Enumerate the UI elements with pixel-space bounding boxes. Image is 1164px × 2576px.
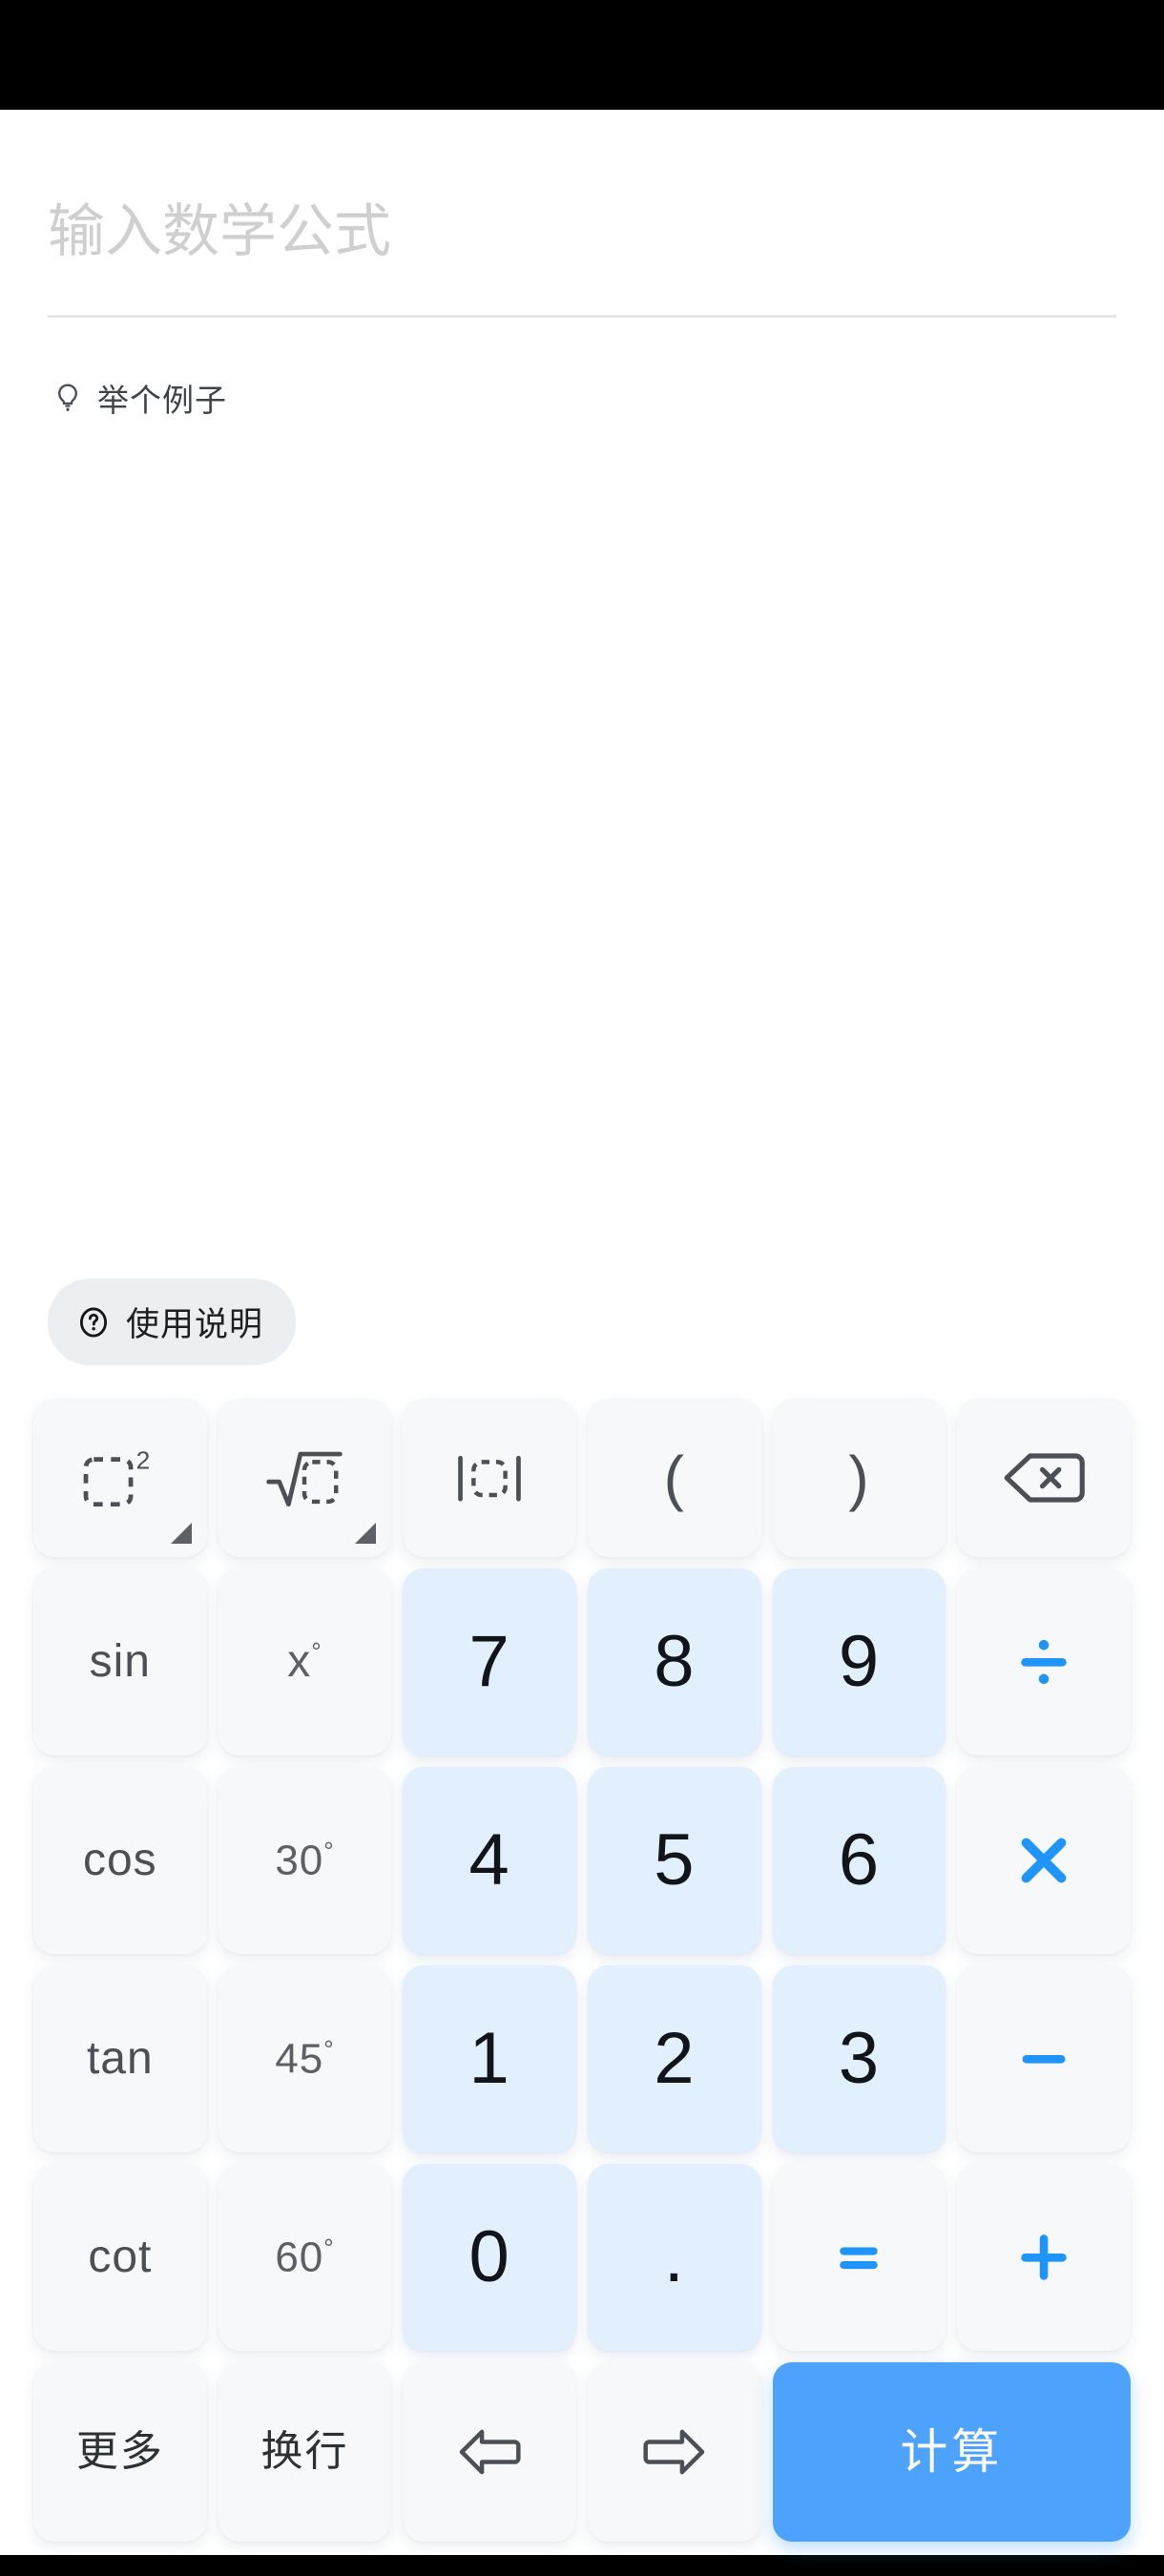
- digit-8-label: 8: [654, 1621, 696, 1702]
- digit-4-key[interactable]: 4: [403, 1767, 576, 1954]
- keypad-row-0-dot: cot 60° 0 .: [33, 2164, 1131, 2351]
- digit-9-label: 9: [838, 1621, 881, 1702]
- usage-instructions-button[interactable]: 使用说明: [48, 1278, 297, 1365]
- box-squared-icon: 2: [79, 1444, 161, 1512]
- keypad-row-123: tan 45° 1 2 3: [33, 1965, 1131, 2152]
- digit-0-key[interactable]: 0: [403, 2164, 576, 2351]
- formula-input[interactable]: [48, 148, 1116, 315]
- deg-60-key[interactable]: 60°: [218, 2164, 392, 2351]
- more-key[interactable]: 更多: [33, 2362, 207, 2542]
- power-key[interactable]: 2: [33, 1399, 207, 1557]
- deg-30-label: 30°: [275, 1837, 335, 1884]
- more-label: 更多: [75, 2428, 164, 2475]
- keypad-row-456: cos 30° 4 5 6: [33, 1767, 1131, 1954]
- sqrt-key[interactable]: [218, 1399, 392, 1557]
- svg-text:2: 2: [135, 1445, 150, 1474]
- plus-key[interactable]: [957, 2164, 1131, 2351]
- digit-2-key[interactable]: 2: [588, 1965, 761, 2152]
- close-paren-key[interactable]: ): [772, 1399, 946, 1557]
- backspace-key[interactable]: [957, 1399, 1131, 1557]
- long-press-indicator-icon: [355, 1523, 377, 1544]
- cos-key[interactable]: cos: [33, 1767, 207, 1954]
- plus-icon: [1016, 2230, 1071, 2285]
- x-degree-key[interactable]: x°: [218, 1568, 392, 1755]
- digit-5-label: 5: [654, 1819, 696, 1901]
- minus-key[interactable]: [957, 1965, 1131, 2152]
- digit-0-label: 0: [468, 2216, 510, 2297]
- app-screen: 举个例子 使用说明 2: [0, 0, 1164, 2576]
- digit-7-label: 7: [468, 1621, 510, 1702]
- sin-label: sin: [89, 1636, 151, 1687]
- divide-icon: [1016, 1634, 1071, 1690]
- keypad: 2 () sin x° 7 8 9 cos 30° 4 5 6 tan 45°…: [0, 1365, 1164, 2555]
- usage-instructions-label: 使用说明: [126, 1306, 264, 1343]
- example-hint[interactable]: 举个例子: [52, 375, 1164, 421]
- equals-key[interactable]: [772, 2164, 946, 2351]
- status-bar: [0, 0, 1164, 110]
- digit-2-label: 2: [654, 2018, 696, 2099]
- digit-7-key[interactable]: 7: [403, 1568, 576, 1755]
- digit-6-label: 6: [838, 1819, 881, 1901]
- usage-area: 使用说明: [0, 1278, 1164, 1365]
- decimal-label: .: [663, 2215, 685, 2297]
- deg-45-label: 45°: [275, 2035, 335, 2083]
- newline-label: 换行: [260, 2428, 349, 2475]
- open-paren-key[interactable]: (: [588, 1399, 761, 1557]
- cursor-right-key[interactable]: [588, 2362, 761, 2542]
- newline-key[interactable]: 换行: [218, 2362, 392, 2542]
- example-hint-label: 举个例子: [97, 383, 227, 418]
- question-circle-icon: [76, 1305, 111, 1340]
- x-degree-label: x°: [287, 1636, 322, 1687]
- minus-icon: [1016, 2031, 1071, 2087]
- cos-label: cos: [82, 1835, 157, 1885]
- navigation-bar: [0, 2555, 1164, 2576]
- long-press-indicator-icon: [170, 1523, 192, 1544]
- absolute-key[interactable]: [403, 1399, 576, 1557]
- equals-icon: [831, 2230, 886, 2285]
- absolute-value-icon: [448, 1444, 530, 1512]
- multiply-key[interactable]: [957, 1767, 1131, 1954]
- digit-3-label: 3: [838, 2018, 881, 2099]
- digit-5-key[interactable]: 5: [588, 1767, 761, 1954]
- keypad-row-actions: 更多 换行 计算: [33, 2362, 1131, 2542]
- square-root-icon: [263, 1444, 345, 1512]
- close-paren-label: ): [848, 1444, 870, 1512]
- cot-key[interactable]: cot: [33, 2164, 207, 2351]
- deg-45-key[interactable]: 45°: [218, 1965, 392, 2152]
- input-underline: [48, 315, 1116, 318]
- backspace-icon: [1000, 1447, 1088, 1508]
- digit-1-key[interactable]: 1: [403, 1965, 576, 2152]
- digit-8-key[interactable]: 8: [588, 1568, 761, 1755]
- calculate-label: 计算: [900, 2425, 1004, 2479]
- divide-key[interactable]: [957, 1568, 1131, 1755]
- formula-input-area: [0, 110, 1164, 318]
- cursor-left-key[interactable]: [403, 2362, 576, 2542]
- keypad-row-functions: 2 (): [33, 1399, 1131, 1557]
- digit-4-label: 4: [468, 1819, 510, 1901]
- open-paren-label: (: [663, 1444, 685, 1512]
- arrow-right-icon: [639, 2424, 710, 2480]
- lightbulb-icon: [52, 382, 84, 414]
- sin-key[interactable]: sin: [33, 1568, 207, 1755]
- deg-60-label: 60°: [275, 2233, 335, 2281]
- multiply-icon: [1016, 1833, 1071, 1888]
- digit-6-key[interactable]: 6: [772, 1767, 946, 1954]
- digit-1-label: 1: [468, 2018, 510, 2099]
- decimal-key[interactable]: .: [588, 2164, 761, 2351]
- keypad-row-789: sin x° 7 8 9: [33, 1568, 1131, 1755]
- arrow-left-icon: [454, 2424, 525, 2480]
- deg-30-key[interactable]: 30°: [218, 1767, 392, 1954]
- tan-label: tan: [86, 2033, 154, 2084]
- digit-3-key[interactable]: 3: [772, 1965, 946, 2152]
- digit-9-key[interactable]: 9: [772, 1568, 946, 1755]
- tan-key[interactable]: tan: [33, 1965, 207, 2152]
- calculate-key[interactable]: 计算: [772, 2362, 1131, 2542]
- cot-label: cot: [88, 2232, 153, 2282]
